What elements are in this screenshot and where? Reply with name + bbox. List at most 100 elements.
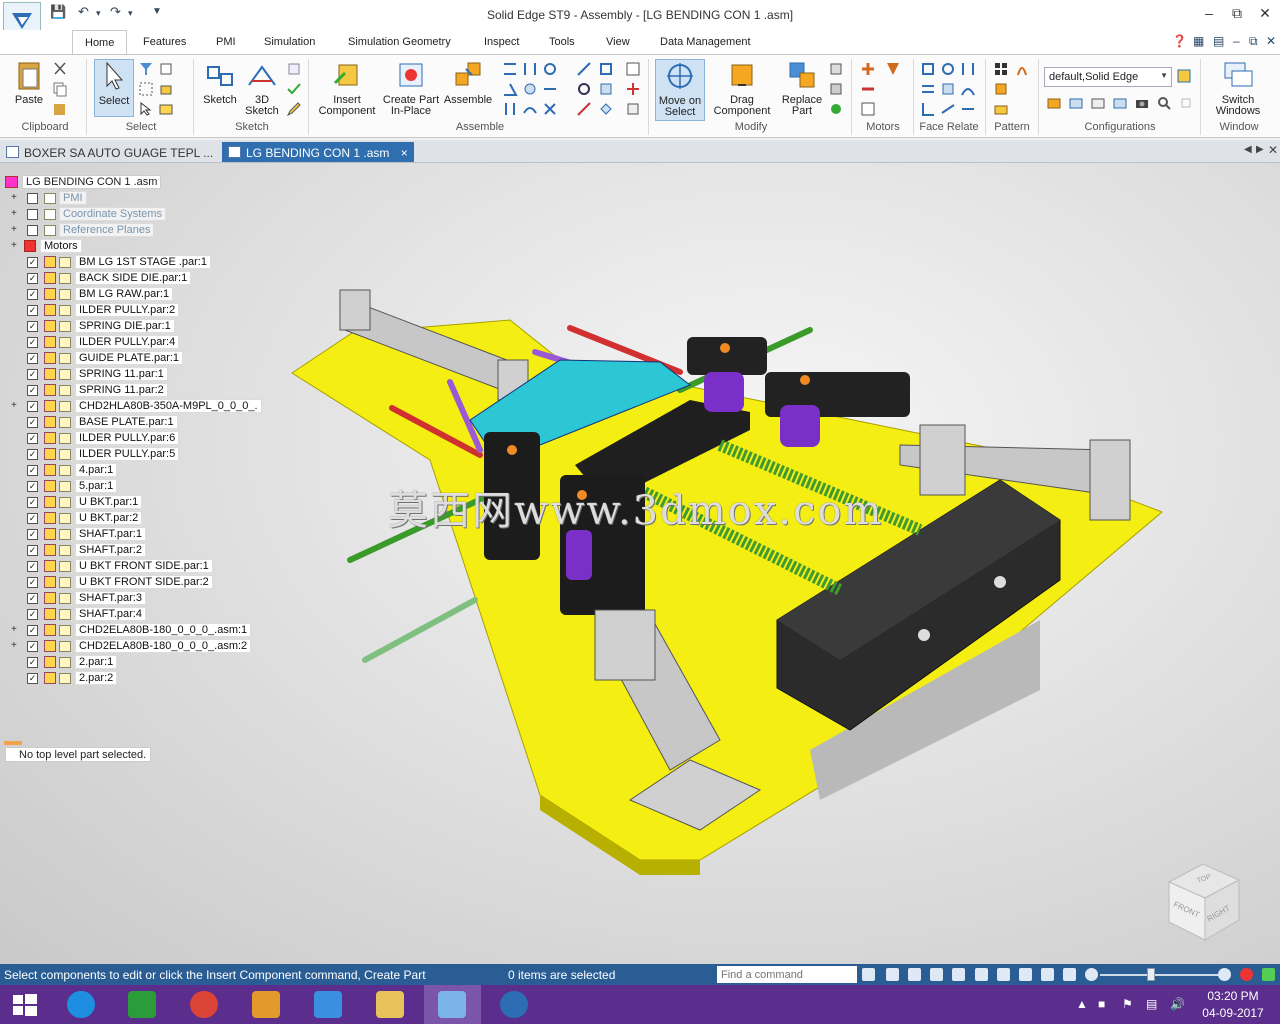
visibility-checkbox[interactable]: ✓ [27,401,38,412]
tree-group-reference-planes[interactable]: + Reference Planes [0,223,260,237]
tree-group-coordinate-systems[interactable]: + Coordinate Systems [0,207,260,221]
minimize-button[interactable]: – [1197,5,1221,25]
taskbar-ie[interactable] [53,985,110,1024]
tab-pmi[interactable]: PMI [216,36,236,48]
visibility-checkbox[interactable]: ✓ [27,417,38,428]
motor-simulate-icon[interactable] [860,101,876,117]
mirror-component-icon[interactable] [1014,61,1030,77]
tree-item[interactable]: ✓ SHAFT.par:1 [0,527,260,541]
close-tab-icon[interactable]: × [401,146,408,160]
reorder-icon[interactable] [828,101,844,117]
transfer-icon[interactable] [828,61,844,77]
tree-item[interactable]: ✓ U BKT.par:2 [0,511,260,525]
expand-icon[interactable]: + [11,240,17,251]
sketch-copy-icon[interactable] [286,61,302,77]
help-icon[interactable]: ❓ [1172,34,1187,48]
window-arrange-icon[interactable]: ▤ [1213,34,1224,48]
tree-group-pmi[interactable]: + PMI [0,191,260,205]
visibility-checkbox[interactable]: ✓ [27,337,38,348]
gear-relation-icon[interactable] [576,81,592,97]
tree-item[interactable]: ✓ SHAFT.par:3 [0,591,260,605]
visibility-checkbox[interactable]: ✓ [27,545,38,556]
visibility-checkbox[interactable]: ✓ [27,625,38,636]
close-button[interactable]: ✕ [1253,5,1277,25]
visibility-checkbox[interactable] [27,225,38,236]
tree-item[interactable]: ✓ 2.par:1 [0,655,260,669]
paste-button[interactable]: Paste [10,59,48,106]
magnify-config-icon[interactable] [1156,95,1172,111]
selection-mode-icon[interactable] [138,81,154,97]
tab-view[interactable]: View [606,36,630,48]
tree-item[interactable]: ✓ SHAFT.par:4 [0,607,260,621]
face-parallel-icon[interactable] [920,81,936,97]
duplicate-component-icon[interactable] [993,81,1009,97]
face-symmetric-icon[interactable] [960,61,976,77]
tree-item[interactable]: ✓ 5.par:1 [0,479,260,493]
face-tangent-icon[interactable] [960,81,976,97]
visibility-checkbox[interactable]: ✓ [27,257,38,268]
expand-icon[interactable]: + [11,624,17,635]
drag-component-button[interactable]: Drag Component [708,59,776,117]
sketch-check-icon[interactable] [286,81,302,97]
match-coordinate-icon[interactable] [598,81,614,97]
tree-item[interactable]: ✓ SPRING 11.par:1 [0,367,260,381]
tree-item[interactable]: ✓ BACK SIDE DIE.par:1 [0,271,260,285]
tab-simulation-geometry[interactable]: Simulation Geometry [348,36,451,48]
tree-item[interactable]: ✓ 2.par:2 [0,671,260,685]
select-button[interactable]: Select [94,59,134,117]
command-arrow-icon[interactable] [862,968,875,981]
taskbar-snipping[interactable] [300,985,357,1024]
zone-config-icon[interactable] [1068,95,1084,111]
tree-item[interactable]: + ✓ CHD2HLA80B-350A-M9PL_0_0_0_. [0,399,262,413]
paste-special-icon[interactable] [52,101,68,117]
zoom-area-icon[interactable] [886,968,899,981]
create-part-in-place-button[interactable]: Create Part In-Place [380,59,442,117]
center-plane-icon[interactable] [576,101,592,117]
visibility-checkbox[interactable]: ✓ [27,321,38,332]
face-coplanar-icon[interactable] [920,61,936,77]
flash-fit-icon[interactable] [598,101,614,117]
taskbar-outlook[interactable] [238,985,295,1024]
tree-item[interactable]: ✓ BASE PLATE.par:1 [0,415,260,429]
taskbar-explorer[interactable] [362,985,419,1024]
visibility-checkbox[interactable]: ✓ [27,657,38,668]
tree-item[interactable]: ✓ ILDER PULLY.par:4 [0,335,260,349]
cut-icon[interactable] [52,61,68,77]
shaded-icon[interactable] [1019,968,1032,981]
config-blank-icon[interactable] [1178,95,1194,111]
fit-icon[interactable] [930,968,943,981]
visibility-checkbox[interactable]: ✓ [27,577,38,588]
network-icon[interactable]: ▤ [1146,997,1157,1011]
tree-item[interactable]: ✓ U BKT FRONT SIDE.par:2 [0,575,260,589]
visibility-checkbox[interactable]: ✓ [27,353,38,364]
path-icon[interactable] [522,101,538,117]
face-offset-icon[interactable] [940,101,956,117]
visibility-checkbox[interactable]: ✓ [27,497,38,508]
zoom-out-icon[interactable] [1085,968,1098,981]
spin-about-icon[interactable] [997,968,1010,981]
motor-linear-icon[interactable] [860,81,876,97]
restore-button[interactable]: ⧉ [1225,5,1249,25]
replace-part-button[interactable]: Replace Part [779,59,825,117]
close-all-tabs-icon[interactable]: ✕ [1268,143,1278,157]
expand-icon[interactable]: + [11,400,17,411]
doc-tab-boxer[interactable]: BOXER SA AUTO GUAGE TEPL ... × [0,142,238,162]
tab-simulation[interactable]: Simulation [264,36,315,48]
pattern-icon[interactable] [993,61,1009,77]
tab-features[interactable]: Features [143,36,186,48]
view-orientation-icon[interactable] [1041,968,1054,981]
taskbar-store[interactable] [114,985,171,1024]
visibility-checkbox[interactable]: ✓ [27,673,38,684]
view-style-icon[interactable] [1063,968,1076,981]
face-concentric-icon[interactable] [940,61,956,77]
action-center-icon[interactable]: ⚑ [1122,997,1133,1011]
tree-item[interactable]: ✓ U BKT FRONT SIDE.par:1 [0,559,260,573]
find-command-input[interactable] [717,966,857,983]
tray-app-icon[interactable]: ■ [1098,997,1105,1011]
doc-close-icon[interactable]: ✕ [1266,34,1276,48]
tree-item[interactable]: ✓ BM LG 1ST STAGE .par:1 [0,255,260,269]
tree-item[interactable]: ✓ SHAFT.par:2 [0,543,260,557]
doc-restore-icon[interactable]: ⧉ [1249,34,1258,49]
move-on-select-button[interactable]: Move on Select [655,59,705,121]
tree-item[interactable]: ✓ GUIDE PLATE.par:1 [0,351,260,365]
